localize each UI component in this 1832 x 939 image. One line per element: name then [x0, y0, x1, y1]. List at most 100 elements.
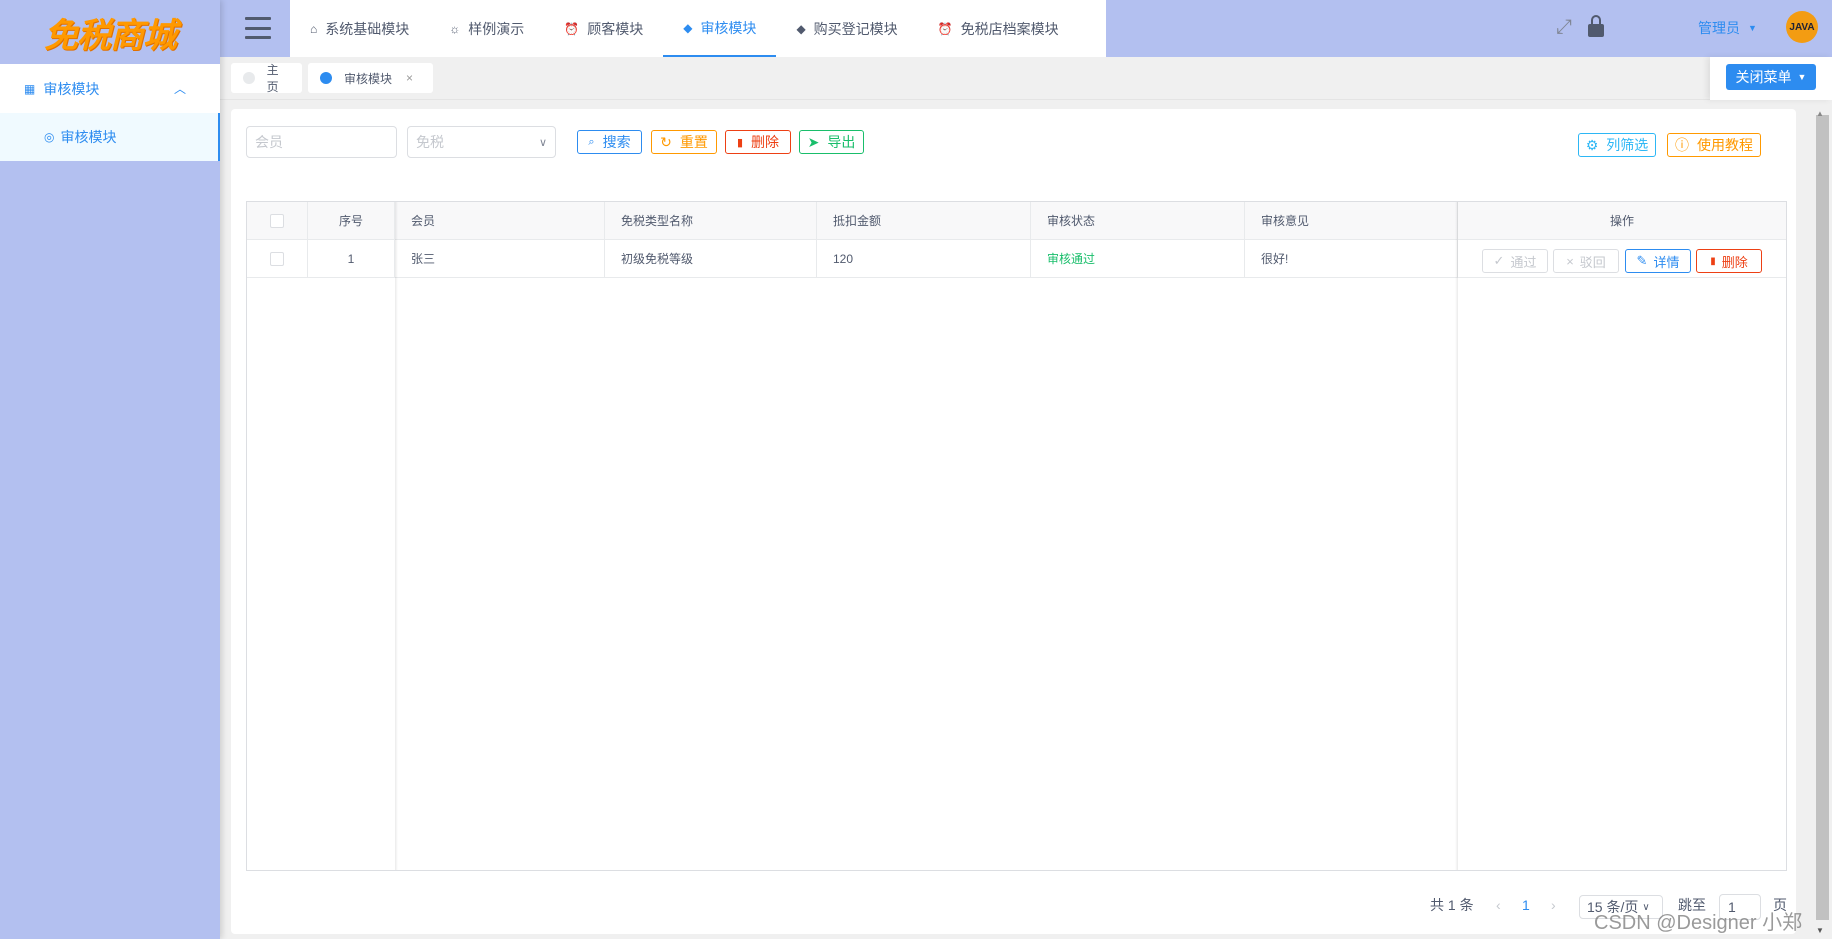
detail-label: 详情: [1653, 254, 1680, 270]
chevron-down-icon: ∨: [538, 136, 547, 149]
target-icon: ◎: [44, 130, 55, 144]
close-menu-label: 关闭菜单: [1735, 69, 1792, 85]
watermark: CSDN @Designer 小郑: [1594, 912, 1803, 934]
avatar-text: JAVA: [1789, 21, 1815, 33]
tab-bar: [220, 57, 1832, 100]
delete-label: 删除: [751, 134, 780, 150]
reject-label: 驳回: [1579, 254, 1606, 270]
column-header: 审核意见: [1245, 202, 1458, 240]
gear-icon: ⚙: [1585, 136, 1599, 153]
data-table: 序号 会员 免税类型名称 抵扣金额 审核状态 审核意见 操作 1 张三 初级免税…: [246, 201, 1787, 871]
nav-item-purchase[interactable]: ◆ 购买登记模块: [776, 0, 917, 57]
approve-button[interactable]: ✓ 通过: [1482, 249, 1548, 273]
avatar[interactable]: JAVA: [1786, 11, 1818, 43]
select-all-checkbox[interactable]: [270, 213, 284, 228]
type-placeholder: 免税: [416, 134, 444, 150]
user-menu[interactable]: 管理员 ▼: [1698, 18, 1757, 38]
reset-button[interactable]: ↻ 重置: [651, 130, 717, 154]
scroll-up-icon[interactable]: ▲: [1816, 109, 1824, 118]
column-header: 操作: [1458, 202, 1786, 240]
nav-item-customer[interactable]: ⏰ 顾客模块: [544, 0, 663, 57]
edit-icon: ✎: [1636, 253, 1648, 268]
total-count: 共 1 条: [1430, 897, 1474, 913]
fixed-left-shadow: [395, 202, 398, 870]
export-button[interactable]: ➤ 导出: [799, 130, 864, 154]
check-icon: ✓: [1493, 253, 1505, 268]
column-header: 序号: [308, 202, 395, 240]
approve-label: 通过: [1510, 254, 1537, 270]
tutorial-label: 使用教程: [1697, 137, 1753, 153]
nav-item-store[interactable]: ⏰ 免税店档案模块: [918, 0, 1079, 57]
column-header: 抵扣金额: [817, 202, 1031, 240]
tab-label: 审核模块: [344, 71, 393, 86]
nav-label: 审核模块: [700, 19, 757, 36]
user-name: 管理员: [1698, 20, 1740, 36]
reject-button[interactable]: × 驳回: [1553, 249, 1619, 273]
reset-label: 重置: [679, 134, 708, 150]
alarm-icon: ⏰: [937, 21, 953, 36]
search-button[interactable]: ⌕ 搜索: [577, 130, 642, 154]
row-delete-label: 删除: [1721, 254, 1748, 270]
column-header: 会员: [395, 202, 605, 240]
next-page-icon[interactable]: ›: [1551, 893, 1556, 917]
logo[interactable]: 免税商城: [0, 0, 220, 64]
member-placeholder: 会员: [255, 134, 283, 150]
close-icon[interactable]: ×: [406, 71, 413, 85]
trash-icon: ▮: [736, 136, 744, 149]
cell-type: 初级免税等级: [605, 240, 817, 278]
top-nav: ⌂ 系统基础模块 ☼ 样例演示 ⏰ 顾客模块 ◆ 审核模块 ◆ 购买登记模块 ⏰ 免税店档案…: [290, 0, 1106, 57]
cell-status: 审核通过: [1031, 240, 1245, 278]
tab-dot-icon: [320, 72, 332, 84]
search-icon: ⌕: [588, 135, 595, 148]
column-header: 审核状态: [1031, 202, 1245, 240]
tab-home[interactable]: 主页: [231, 63, 302, 94]
bulb-icon: ☼: [449, 21, 461, 36]
nav-item-system[interactable]: ⌂ 系统基础模块: [290, 0, 429, 57]
header-checkbox-cell: [247, 202, 308, 240]
cell-opinion: 很好!: [1245, 240, 1458, 278]
column-filter-label: 列筛选: [1606, 137, 1649, 153]
caret-down-icon: ▼: [1748, 23, 1757, 33]
column-header: 免税类型名称: [605, 202, 817, 240]
sidebar-group-audit[interactable]: ▦ 审核模块 ︿: [0, 64, 220, 113]
cell-index: 1: [308, 240, 395, 278]
tutorial-button[interactable]: ⓘ 使用教程: [1667, 133, 1761, 157]
close-menu-button[interactable]: 关闭菜单 ▼: [1726, 64, 1816, 90]
tab-label: 主页: [266, 63, 279, 94]
sidebar-group-label: 审核模块: [43, 80, 100, 97]
prev-page-icon[interactable]: ‹: [1496, 893, 1501, 917]
nav-label: 顾客模块: [587, 20, 644, 37]
export-label: 导出: [827, 134, 856, 150]
cell-member: 张三: [395, 240, 605, 278]
nav-item-audit[interactable]: ◆ 审核模块: [663, 0, 777, 57]
page-1[interactable]: 1: [1522, 893, 1530, 917]
search-label: 搜索: [602, 134, 631, 150]
type-select[interactable]: 免税 ∨: [407, 126, 556, 158]
detail-button[interactable]: ✎ 详情: [1625, 249, 1691, 273]
member-input[interactable]: 会员: [246, 126, 397, 158]
lock-icon[interactable]: [1588, 15, 1604, 37]
cell-actions: ✓ 通过 × 驳回 ✎ 详情 ▮ 删除: [1458, 240, 1786, 278]
fixed-right-shadow: [1455, 202, 1458, 870]
scrollbar-thumb[interactable]: [1816, 115, 1829, 920]
trash-icon: ▮: [1710, 255, 1716, 267]
nav-item-demo[interactable]: ☼ 样例演示: [429, 0, 544, 57]
scroll-down-icon[interactable]: ▼: [1816, 926, 1824, 935]
nav-label: 样例演示: [468, 20, 525, 37]
nav-label: 系统基础模块: [325, 20, 410, 37]
x-icon: ×: [1566, 253, 1574, 269]
tab-dot-icon: [243, 72, 255, 84]
grid-icon: ▦: [24, 81, 36, 96]
home-icon: ⌂: [310, 21, 318, 36]
menu-toggle-icon[interactable]: [245, 17, 271, 39]
delete-button[interactable]: ▮ 删除: [725, 130, 791, 154]
column-filter-button[interactable]: ⚙ 列筛选: [1578, 133, 1656, 157]
nav-label: 购买登记模块: [813, 20, 898, 37]
row-delete-button[interactable]: ▮ 删除: [1696, 249, 1762, 273]
tab-audit[interactable]: 审核模块 ×: [308, 63, 433, 93]
row-checkbox[interactable]: [270, 251, 284, 266]
fullscreen-icon[interactable]: ⤢: [1556, 16, 1572, 39]
refresh-icon: ↻: [660, 133, 672, 150]
cell-amount: 120: [817, 240, 1031, 278]
sidebar-item-audit[interactable]: ◎ 审核模块: [0, 113, 220, 161]
